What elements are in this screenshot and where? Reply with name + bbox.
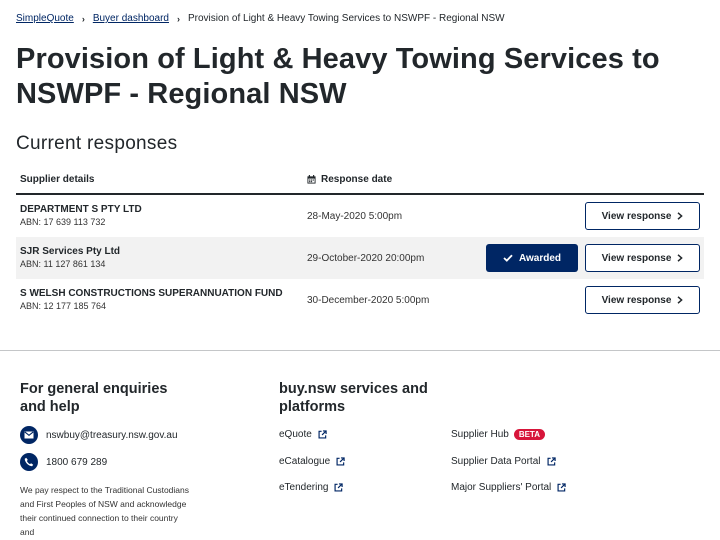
checkmark-icon	[503, 254, 513, 262]
footer-phone-text: 1800 679 289	[46, 456, 108, 468]
chevron-right-icon: ›	[176, 13, 180, 24]
view-response-button[interactable]: View response	[585, 286, 700, 314]
chevron-right-icon	[677, 212, 684, 220]
awarded-badge: Awarded	[486, 244, 578, 272]
supplier-details: S WELSH CONSTRUCTIONS SUPERANNUATION FUN…	[16, 287, 307, 313]
table-row: SJR Services Pty Ltd ABN: 11 127 861 134…	[16, 237, 704, 279]
supplier-name: S WELSH CONSTRUCTIONS SUPERANNUATION FUN…	[20, 288, 283, 299]
external-link-icon	[557, 483, 566, 492]
view-response-button[interactable]: View response	[585, 244, 700, 272]
acknowledgement-text: We pay respect to the Traditional Custod…	[20, 485, 189, 537]
footer-link-label: Supplier Hub	[451, 429, 509, 440]
row-actions: View response	[585, 202, 700, 230]
beta-badge: BETA	[513, 429, 545, 440]
table-header: Supplier details Response date	[16, 166, 704, 195]
response-date: 30-December-2020 5:00pm	[307, 294, 430, 306]
supplier-abn: ABN: 17 639 113 732	[20, 217, 106, 227]
external-link-icon	[546, 457, 556, 466]
footer-email-text: nswbuy@treasury.nsw.gov.au	[46, 429, 178, 441]
column-header-date: Response date	[307, 174, 392, 185]
view-response-button[interactable]: View response	[585, 202, 700, 230]
chevron-right-icon	[677, 296, 684, 304]
footer-link-label: eTendering	[279, 482, 329, 493]
chevron-right-icon	[677, 254, 684, 262]
external-link-icon	[336, 457, 345, 466]
responses-table: Supplier details Response date DEPARTMEN…	[16, 166, 704, 321]
external-link-icon	[334, 483, 344, 492]
footer-services-heading: buy.nsw services and platforms	[279, 381, 428, 415]
page-title: Provision of Light & Heavy Towing Servic…	[16, 43, 660, 110]
column-header-date-label: Response date	[321, 174, 393, 185]
row-actions: Awarded View response	[486, 244, 700, 272]
breadcrumb-link-simplequote[interactable]: SimpleQuote	[16, 13, 74, 24]
view-response-label: View response	[601, 210, 672, 222]
footer-link-supplier-hub[interactable]: Supplier Hub BETA	[451, 429, 545, 440]
footer-divider	[0, 350, 720, 351]
current-responses-heading: Current responses	[16, 133, 178, 154]
email-icon	[20, 426, 38, 444]
supplier-name: DEPARTMENT S PTY LTD	[20, 204, 142, 215]
response-date: 28-May-2020 5:00pm	[307, 210, 403, 222]
footer-link-etendering[interactable]: eTendering	[279, 482, 344, 493]
supplier-abn: ABN: 12 177 185 764	[20, 301, 107, 311]
chevron-right-icon: ›	[81, 13, 85, 24]
breadcrumb-link-buyer-dashboard[interactable]: Buyer dashboard	[93, 13, 169, 24]
footer-link-supplier-data-portal[interactable]: Supplier Data Portal	[451, 456, 556, 467]
view-response-label: View response	[601, 294, 672, 306]
view-response-label: View response	[601, 252, 672, 264]
footer-link-label: eQuote	[279, 429, 312, 440]
footer-phone[interactable]: 1800 679 289	[20, 453, 107, 471]
footer-link-major-suppliers-portal[interactable]: Major Suppliers' Portal	[451, 482, 566, 493]
supplier-details: SJR Services Pty Ltd ABN: 11 127 861 134	[16, 245, 307, 271]
column-header-supplier: Supplier details	[20, 174, 95, 185]
breadcrumb: SimpleQuote › Buyer dashboard › Provisio…	[16, 13, 505, 24]
footer-link-label: eCatalogue	[279, 456, 331, 467]
row-actions: View response	[585, 286, 700, 314]
footer-enquiries-heading: For general enquiries and help	[20, 381, 168, 415]
awarded-label: Awarded	[518, 252, 562, 264]
calendar-icon	[307, 175, 316, 184]
supplier-details: DEPARTMENT S PTY LTD ABN: 17 639 113 732	[16, 203, 307, 229]
phone-icon	[20, 453, 38, 471]
footer-email[interactable]: nswbuy@treasury.nsw.gov.au	[20, 426, 178, 444]
footer-link-equote[interactable]: eQuote	[279, 429, 327, 440]
table-row: S WELSH CONSTRUCTIONS SUPERANNUATION FUN…	[16, 279, 704, 321]
footer-link-label: Supplier Data Portal	[451, 456, 541, 467]
footer-link-label: Major Suppliers' Portal	[451, 482, 552, 493]
supplier-abn: ABN: 11 127 861 134	[20, 259, 106, 269]
table-row: DEPARTMENT S PTY LTD ABN: 17 639 113 732…	[16, 195, 704, 237]
response-date: 29-October-2020 20:00pm	[307, 252, 425, 264]
external-link-icon	[318, 430, 327, 439]
footer-link-ecatalogue[interactable]: eCatalogue	[279, 456, 345, 467]
breadcrumb-current: Provision of Light & Heavy Towing Servic…	[187, 13, 505, 24]
supplier-name: SJR Services Pty Ltd	[20, 246, 121, 257]
